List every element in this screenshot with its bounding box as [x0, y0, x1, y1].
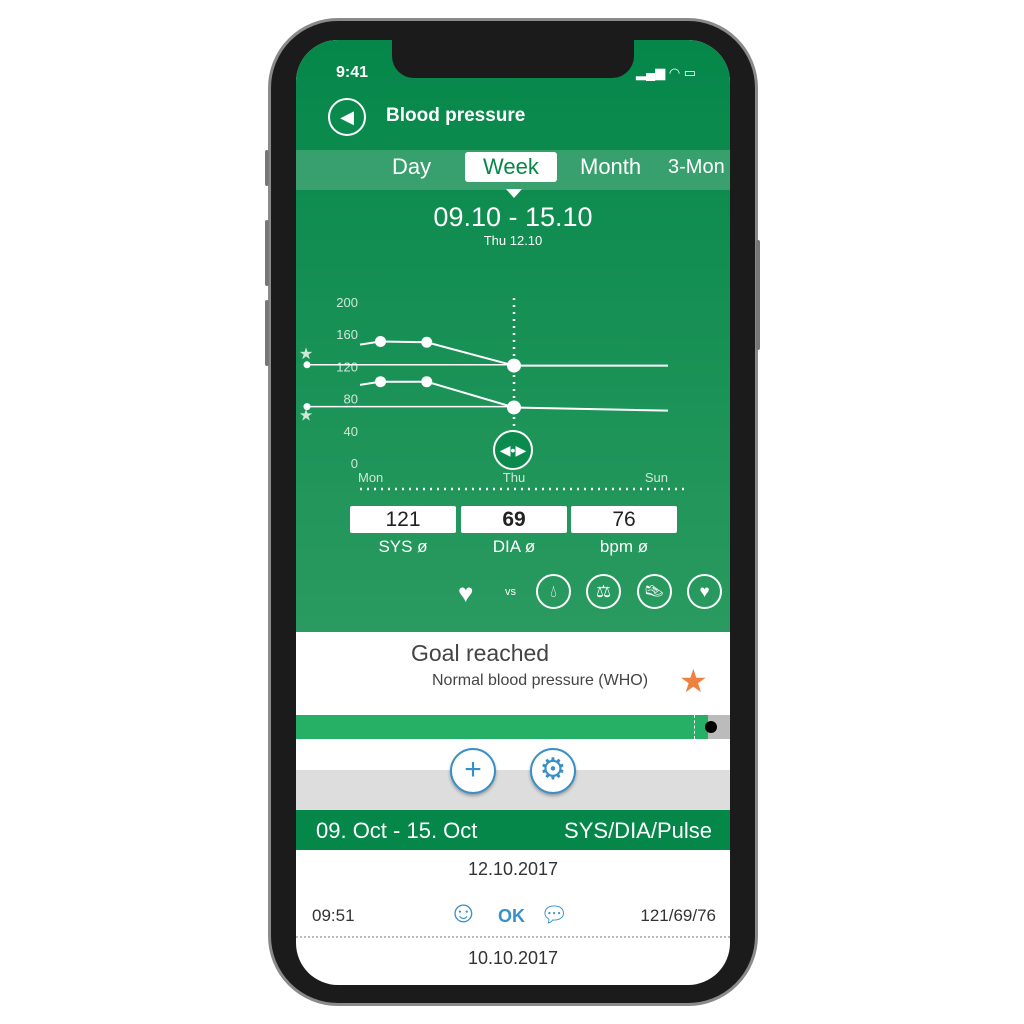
data-point [375, 335, 387, 347]
entry-time: 09:51 [312, 906, 355, 925]
tab-month[interactable]: Month [580, 154, 641, 180]
drop-icon[interactable]: 💧︎ [536, 574, 571, 609]
status-icons: ▂▄▆ ◠ ▭ [636, 65, 697, 80]
volume-down [265, 300, 269, 366]
current-value-dot [705, 721, 717, 733]
sys-average-label: SYS ø [378, 537, 428, 556]
tab-week[interactable]: Week [465, 152, 557, 182]
volume-up [265, 220, 269, 286]
x-tick-label: Mon [358, 470, 383, 485]
goal-subtitle: Normal blood pressure (WHO) [432, 672, 649, 689]
status-time: 9:41 [336, 64, 369, 81]
entry-date: 10.10.2017 [467, 948, 559, 968]
sys-average-value: 121 [350, 506, 456, 533]
data-point [421, 336, 433, 348]
list-header: 09. Oct - 15. Oct SYS/DIA/Pulse [296, 810, 730, 850]
page-title: Blood pressure [386, 105, 526, 126]
vs-label: vs [505, 586, 516, 598]
dia-average-label: DIA ø [492, 537, 536, 556]
tab-3-months[interactable]: 3-Mon [668, 156, 725, 179]
entry-date: 12.10.2017 [467, 859, 559, 879]
power-button [756, 240, 760, 350]
mute-switch [265, 150, 269, 186]
tab-pointer [506, 189, 522, 198]
y-tick-label: 80 [344, 392, 358, 407]
star-icon: ★ [679, 663, 708, 699]
heart-pulse-icon: ♥ [458, 578, 474, 608]
smiley-icon: ☺ [448, 896, 479, 929]
entry-value: 121/69/76 [640, 906, 716, 925]
y-tick-label: 160 [336, 327, 358, 342]
goal-title: Goal reached [411, 640, 550, 666]
dia-average-value: 69 [461, 506, 567, 533]
shoe-icon[interactable]: 👟︎ [637, 574, 672, 609]
x-tick-label: Sun [645, 470, 668, 485]
tab-day[interactable]: Day [392, 154, 431, 180]
toolbar-background [296, 770, 730, 810]
data-point [375, 376, 387, 388]
notch [392, 40, 634, 78]
goal-progress-track [296, 715, 730, 739]
bpm-average-label: bpm ø [599, 537, 649, 556]
screen: 9:41 ▂▄▆ ◠ ▭ ◀ Blood pressure Day Week M… [296, 40, 730, 985]
goal-star-icon: ★ [299, 346, 313, 363]
y-tick-label: 200 [336, 295, 358, 310]
data-point [507, 400, 521, 415]
list-range: 09. Oct - 15. Oct [316, 818, 478, 843]
data-point [507, 358, 521, 373]
y-tick-label: 120 [336, 359, 358, 374]
scale-icon[interactable]: ⚖︎ [586, 574, 621, 609]
selected-day: Thu 12.10 [483, 233, 543, 248]
bpm-average-value: 76 [571, 506, 677, 533]
date-range: 09.10 - 15.10 [433, 202, 593, 232]
y-tick-label: 0 [351, 456, 358, 471]
y-tick-label: 40 [344, 424, 358, 439]
chart-scrubber-handle[interactable]: ◀•▶ [493, 430, 533, 470]
heart-icon[interactable]: ♥ [687, 574, 722, 609]
comment-icon[interactable]: 💬︎ [540, 902, 568, 928]
add-measurement-button[interactable]: + [450, 748, 496, 794]
data-point [421, 376, 433, 388]
period-tabs: Day Week Month 3-Mon [296, 150, 730, 190]
list-columns: SYS/DIA/Pulse [564, 818, 712, 843]
goal-progress-fill [296, 715, 709, 739]
back-button[interactable]: ◀ [328, 98, 366, 136]
settings-button[interactable]: ⚙ [530, 748, 576, 794]
x-tick-label: Thu [503, 470, 525, 485]
goal-marker [694, 715, 695, 739]
entry-status: OK [498, 906, 525, 926]
list-item[interactable]: 09:51 ☺ OK 💬︎ 121/69/76 [296, 890, 730, 938]
goal-star-icon: ★ [299, 408, 313, 425]
